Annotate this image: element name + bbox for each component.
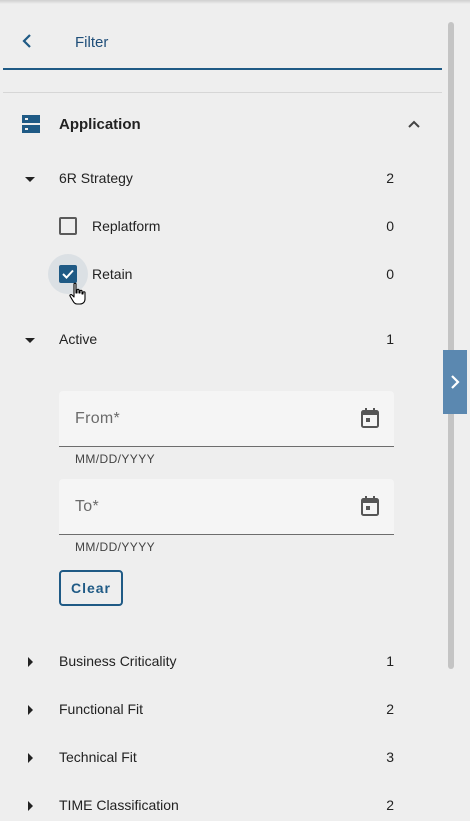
calendar-icon[interactable] <box>360 495 380 517</box>
option-retain[interactable]: Retain 0 <box>0 254 442 294</box>
to-date-placeholder: To* <box>75 498 100 515</box>
option-count: 0 <box>386 218 394 234</box>
top-shadow <box>0 0 470 4</box>
chevron-right-icon <box>451 375 460 389</box>
checkbox-replatform[interactable] <box>59 217 77 235</box>
facet-count: 2 <box>386 170 394 186</box>
clear-button[interactable]: Clear <box>59 570 123 606</box>
facet-label: TIME Classification <box>59 797 179 813</box>
calendar-icon[interactable] <box>360 407 380 429</box>
facet-technical-fit[interactable]: Technical Fit 3 <box>0 743 442 773</box>
from-date-hint: MM/DD/YYYY <box>75 452 156 466</box>
option-count: 0 <box>386 266 394 282</box>
checkbox-retain[interactable] <box>59 265 77 283</box>
side-panel-toggle[interactable] <box>443 350 467 414</box>
to-date-field[interactable]: To* <box>59 479 394 535</box>
facet-count: 3 <box>386 749 394 765</box>
chevron-left-icon <box>22 34 31 48</box>
divider <box>3 92 442 93</box>
facet-count: 2 <box>386 701 394 717</box>
facet-6r-strategy[interactable]: 6R Strategy 2 <box>0 164 442 194</box>
facet-label: Active <box>59 331 98 347</box>
facet-label: 6R Strategy <box>59 170 133 186</box>
option-replatform[interactable]: Replatform 0 <box>0 212 442 242</box>
checkmark-icon <box>62 269 74 279</box>
chevron-up-icon[interactable] <box>404 114 424 134</box>
facet-active[interactable]: Active 1 <box>0 325 442 355</box>
from-date-placeholder: From* <box>75 410 121 427</box>
section-title: Application <box>59 116 141 133</box>
back-button[interactable] <box>17 30 37 52</box>
hand-cursor-icon <box>69 282 86 305</box>
to-date-hint: MM/DD/YYYY <box>75 540 156 554</box>
caret-down-icon <box>25 177 35 182</box>
filter-header: Filter <box>3 14 442 70</box>
section-application: Application <box>0 106 442 142</box>
facet-label: Business Criticality <box>59 653 177 669</box>
caret-right-icon <box>28 801 33 811</box>
option-label: Retain <box>92 266 133 282</box>
facet-count: 1 <box>386 653 394 669</box>
list-view-icon <box>22 115 40 133</box>
from-date-field[interactable]: From* <box>59 391 394 447</box>
facet-functional-fit[interactable]: Functional Fit 2 <box>0 695 442 725</box>
option-label: Replatform <box>92 218 161 234</box>
scrollbar-thumb[interactable] <box>448 22 454 669</box>
caret-right-icon <box>28 753 33 763</box>
page-title: Filter <box>75 34 109 51</box>
facet-label: Technical Fit <box>59 749 137 765</box>
facet-count: 2 <box>386 797 394 813</box>
caret-down-icon <box>25 338 35 343</box>
facet-count: 1 <box>386 331 394 347</box>
facet-label: Functional Fit <box>59 701 144 717</box>
facet-time-classification[interactable]: TIME Classification 2 <box>0 791 442 821</box>
facet-business-criticality[interactable]: Business Criticality 1 <box>0 647 442 677</box>
caret-right-icon <box>28 705 33 715</box>
caret-right-icon <box>28 657 33 667</box>
